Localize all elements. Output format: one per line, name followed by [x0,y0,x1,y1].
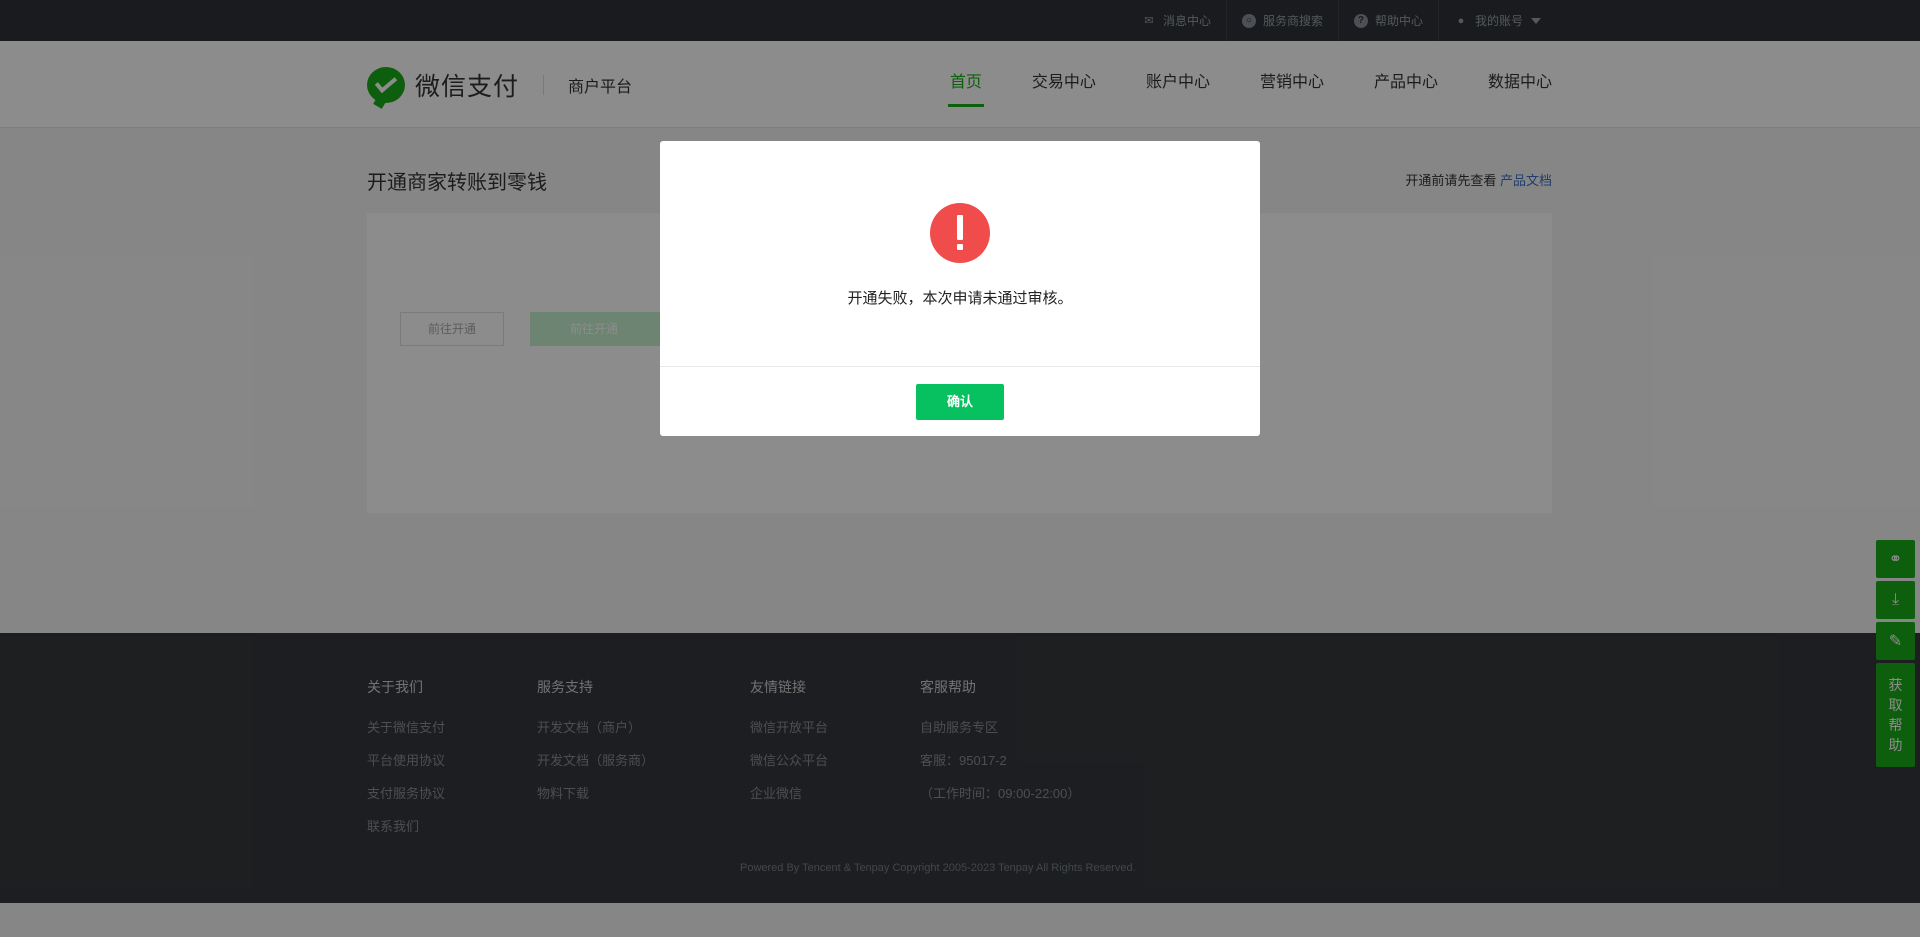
dialog-message: 开通失败，本次申请未通过审核。 [847,290,1073,307]
error-icon [930,203,990,263]
dialog-divider [660,366,1260,367]
error-dialog: 开通失败，本次申请未通过审核。 确认 [660,141,1260,436]
confirm-button[interactable]: 确认 [916,384,1004,420]
